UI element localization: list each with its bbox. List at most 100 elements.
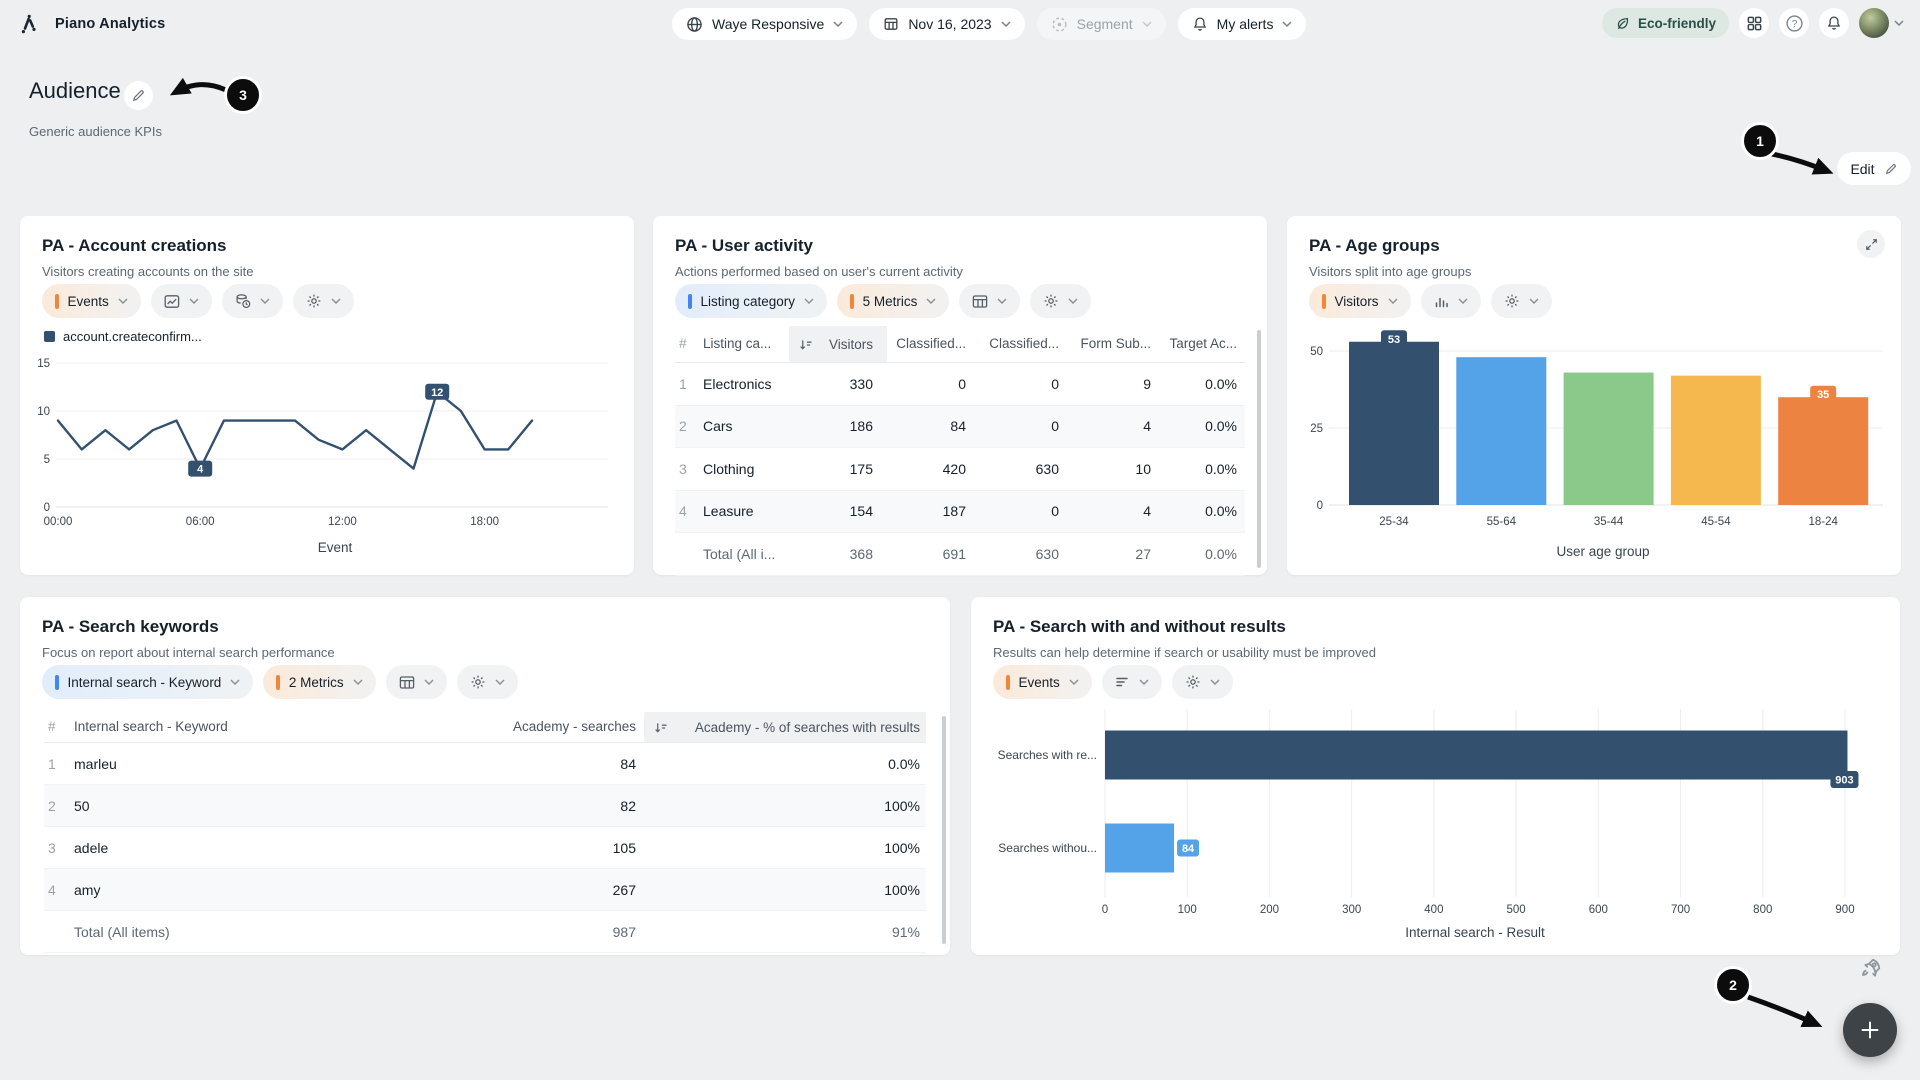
my-alerts-selector[interactable]: My alerts (1178, 8, 1307, 40)
table-cell: 630 (980, 546, 1073, 562)
table-row: 2Cars18684040.0% (675, 406, 1245, 449)
table-cell: 0.0% (1165, 376, 1245, 392)
data-source-clock-icon (235, 293, 251, 309)
line-chart-icon (164, 294, 180, 309)
page-subtitle: Generic audience KPIs (29, 124, 162, 139)
table-cell: 3 (44, 840, 74, 856)
table-cell: 3 (675, 461, 703, 477)
chevron-down-icon (1282, 21, 1292, 27)
chevron-down-icon (1894, 20, 1904, 26)
add-widget-fab[interactable] (1843, 1003, 1897, 1057)
pencil-icon (1884, 162, 1898, 176)
bar-chart-icon (1434, 294, 1449, 309)
chart-type-pill[interactable] (1102, 665, 1162, 699)
column-header[interactable]: Visitors (789, 326, 887, 362)
card-title: PA - Search with and without results (993, 617, 1878, 637)
table-cell: 187 (887, 503, 980, 519)
chart-type-pill[interactable] (386, 665, 447, 699)
app-title: Piano Analytics (55, 16, 165, 32)
table-cell: 100% (644, 798, 926, 814)
assistant-rocket-button[interactable] (1856, 956, 1884, 984)
column-header[interactable]: Academy - searches (414, 712, 644, 742)
table-scrollbar[interactable] (942, 716, 946, 944)
help-button[interactable]: ? (1779, 8, 1809, 38)
dimension-pill-listing-category[interactable]: Listing category (675, 284, 827, 318)
svg-text:800: 800 (1753, 904, 1772, 916)
age-groups-bar-chart: 0255025-3455-6435-4445-5418-245335User a… (1287, 334, 1901, 570)
expand-button[interactable] (1857, 230, 1885, 258)
table-cell: adele (74, 840, 414, 856)
table-icon (972, 294, 988, 309)
metric-pill-label: Events (1019, 675, 1060, 690)
dimension-pill-internal-search-keyword[interactable]: Internal search - Keyword (42, 665, 253, 699)
notifications-button[interactable] (1819, 8, 1849, 38)
column-header[interactable]: Internal search - Keyword (74, 712, 414, 742)
table-cell: 0.0% (1165, 546, 1245, 562)
svg-text:600: 600 (1589, 904, 1608, 916)
bell-icon (1826, 15, 1842, 31)
metric-pill-visitors[interactable]: Visitors (1309, 284, 1411, 318)
page-title: Audience (29, 78, 121, 104)
settings-pill[interactable] (293, 284, 354, 318)
nav-actions: Eco-friendly ? (1602, 8, 1904, 38)
table-cell: 2 (675, 418, 703, 434)
table-row: 25082100% (44, 785, 926, 827)
column-header[interactable]: Form Sub... (1073, 326, 1165, 362)
table-scrollbar[interactable] (1257, 330, 1261, 568)
edit-dashboard-button[interactable]: Edit (1837, 152, 1911, 185)
table-cell: 10 (1073, 461, 1165, 477)
avatar (1859, 8, 1889, 38)
table-cell: 267 (414, 882, 644, 898)
table-cell: 4 (675, 503, 703, 519)
data-source-pill[interactable] (222, 284, 283, 318)
expand-icon (1865, 238, 1878, 251)
card-controls: Visitors (1309, 284, 1552, 318)
settings-pill[interactable] (1172, 665, 1233, 699)
card-search-keywords: PA - Search keywords Focus on report abo… (20, 597, 950, 955)
chevron-down-icon (997, 298, 1007, 304)
card-user-activity: PA - User activity Actions performed bas… (653, 216, 1267, 575)
settings-pill[interactable] (1491, 284, 1552, 318)
chevron-down-icon (1001, 21, 1011, 27)
chart-type-pill[interactable] (151, 284, 212, 318)
apps-grid-button[interactable] (1739, 8, 1769, 38)
column-header[interactable]: Listing ca... (703, 326, 789, 362)
svg-text:5: 5 (44, 454, 50, 466)
chart-type-pill[interactable] (1421, 284, 1481, 318)
settings-pill[interactable] (457, 665, 518, 699)
chevron-down-icon (353, 679, 363, 685)
svg-text:900: 900 (1835, 904, 1854, 916)
chevron-down-icon (1139, 679, 1149, 685)
my-alerts-label: My alerts (1217, 16, 1274, 32)
date-picker-label: Nov 16, 2023 (908, 16, 991, 32)
metric-pill-events[interactable]: Events (42, 284, 141, 318)
user-menu[interactable] (1859, 8, 1904, 38)
edit-title-button[interactable] (124, 81, 153, 110)
segment-selector[interactable]: Segment (1037, 8, 1166, 40)
column-header[interactable]: Classified... (980, 326, 1073, 362)
column-header[interactable]: Target Ac... (1165, 326, 1245, 362)
metric-pill-events[interactable]: Events (993, 665, 1092, 699)
svg-text:User age group: User age group (1556, 544, 1649, 559)
column-header[interactable]: Classified... (887, 326, 980, 362)
eco-friendly-badge[interactable]: Eco-friendly (1602, 8, 1729, 38)
metric-pill-5-metrics[interactable]: 5 Metrics (837, 284, 949, 318)
table-cell: 420 (887, 461, 980, 477)
chart-type-pill[interactable] (959, 284, 1020, 318)
sort-descending-icon (799, 338, 812, 351)
table-cell: 82 (414, 798, 644, 814)
table-cell: Leasure (703, 503, 789, 519)
site-selector[interactable]: Waye Responsive (672, 8, 857, 40)
table-row: 1Electronics3300090.0% (675, 363, 1245, 406)
metric-pill-2-metrics[interactable]: 2 Metrics (263, 665, 375, 699)
segment-target-icon (1051, 16, 1068, 33)
settings-pill[interactable] (1030, 284, 1091, 318)
svg-text:500: 500 (1507, 904, 1526, 916)
date-picker[interactable]: Nov 16, 2023 (869, 8, 1024, 40)
search-results-hbar-chart: 0100200300400500600700800900Searches wit… (971, 697, 1900, 952)
dimension-color-bar (55, 675, 59, 690)
column-header[interactable]: # (675, 326, 703, 362)
top-navbar: Piano Analytics Waye Responsive Nov 16, … (0, 0, 1920, 48)
column-header[interactable]: Academy - % of searches with results (644, 712, 926, 742)
column-header[interactable]: # (44, 712, 74, 742)
